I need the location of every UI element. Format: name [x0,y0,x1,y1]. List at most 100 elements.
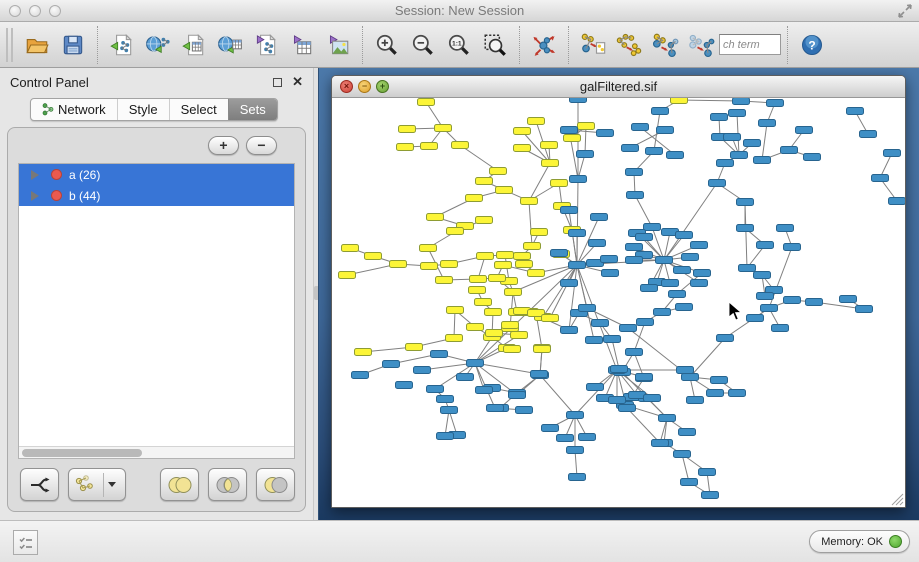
tab-select[interactable]: Select [169,99,228,120]
graph-node[interactable] [739,265,756,272]
import-table-file-button[interactable] [176,25,212,65]
graph-node[interactable] [569,230,586,237]
graph-node[interactable] [637,319,654,326]
graph-node[interactable] [724,134,741,141]
graph-node[interactable] [342,245,359,252]
graph-node[interactable] [577,151,594,158]
graph-node[interactable] [711,114,728,121]
graph-node[interactable] [497,252,514,259]
graph-node[interactable] [470,276,487,283]
zoom-out-button[interactable] [405,25,441,65]
graph-node[interactable] [840,296,857,303]
graph-node[interactable] [475,299,492,306]
graph-node[interactable] [767,100,784,107]
export-network-button[interactable] [248,25,284,65]
graph-node[interactable] [355,349,372,356]
graph-node[interactable] [406,344,423,351]
graph-node[interactable] [516,261,533,268]
graph-node[interactable] [339,272,356,279]
close-panel-icon[interactable]: ✕ [292,77,303,87]
tab-style[interactable]: Style [117,99,169,120]
graph-node[interactable] [711,377,728,384]
graph-node[interactable] [691,242,708,249]
graph-node[interactable] [622,145,639,152]
graph-node[interactable] [469,287,486,294]
graph-node[interactable] [744,140,761,147]
graph-node[interactable] [578,123,595,130]
graph-node[interactable] [496,187,513,194]
graph-node[interactable] [682,374,699,381]
graph-node[interactable] [567,412,584,419]
graph-node[interactable] [646,148,663,155]
graph-node[interactable] [561,207,578,214]
graph-node[interactable] [383,361,400,368]
graph-node[interactable] [669,291,686,298]
graph-node[interactable] [561,127,578,134]
graph-node[interactable] [687,397,704,404]
merge-networks-button[interactable] [647,25,683,65]
graph-node[interactable] [467,324,484,331]
graph-node[interactable] [528,270,545,277]
difference-networks-button[interactable] [683,25,719,65]
graph-node[interactable] [397,144,414,151]
graph-node[interactable] [431,351,448,358]
minimize-network-icon[interactable]: − [358,80,371,93]
graph-node[interactable] [365,253,382,260]
graph-node[interactable] [629,392,646,399]
graph-node[interactable] [551,250,568,257]
graph-node[interactable] [656,257,673,264]
graph-node[interactable] [674,267,691,274]
graph-node[interactable] [626,244,643,251]
graph-node[interactable] [528,118,545,125]
intersection-sets-button[interactable] [208,468,247,501]
zoom-actual-size-button[interactable]: 1:1 [441,25,477,65]
graph-node[interactable] [447,307,464,314]
graph-node[interactable] [489,275,506,282]
zoom-selected-region-button[interactable] [477,25,513,65]
graph-node[interactable] [597,130,614,137]
import-network-database-button[interactable] [140,25,176,65]
graph-node[interactable] [476,217,493,224]
open-file-button[interactable] [19,25,55,65]
graph-node[interactable] [418,99,435,106]
graph-node[interactable] [542,315,559,322]
network-canvas[interactable] [332,98,905,507]
graph-node[interactable] [737,225,754,232]
graph-node[interactable] [531,229,548,236]
graph-node[interactable] [570,176,587,183]
graph-node[interactable] [632,124,649,131]
graph-node[interactable] [717,160,734,167]
graph-node[interactable] [759,120,776,127]
graph-node[interactable] [694,270,711,277]
graph-node[interactable] [754,272,771,279]
graph-node[interactable] [691,280,708,287]
graph-node[interactable] [709,180,726,187]
graph-node[interactable] [509,392,526,399]
graph-node[interactable] [457,374,474,381]
graph-node[interactable] [652,440,669,447]
scrollbar-thumb[interactable] [22,449,142,457]
import-network-file-button[interactable] [104,25,140,65]
graph-node[interactable] [626,349,643,356]
graph-node[interactable] [761,305,778,312]
expand-caret-icon[interactable] [31,191,39,201]
graph-node[interactable] [586,337,603,344]
graph-node[interactable] [754,157,771,164]
graph-node[interactable] [737,199,754,206]
graph-node[interactable] [435,125,452,132]
graph-node[interactable] [437,433,454,440]
maximize-network-icon[interactable]: + [376,80,389,93]
graph-node[interactable] [641,285,658,292]
graph-node[interactable] [806,299,823,306]
graph-node[interactable] [674,451,691,458]
set-row[interactable]: b (44) [19,185,294,206]
new-network-from-selection-button[interactable] [575,25,611,65]
graph-node[interactable] [884,150,901,157]
graph-node[interactable] [777,225,794,232]
graph-node[interactable] [729,110,746,117]
graph-node[interactable] [676,304,693,311]
graph-node[interactable] [570,98,587,103]
graph-node[interactable] [485,309,502,316]
graph-node[interactable] [757,242,774,249]
graph-node[interactable] [591,214,608,221]
